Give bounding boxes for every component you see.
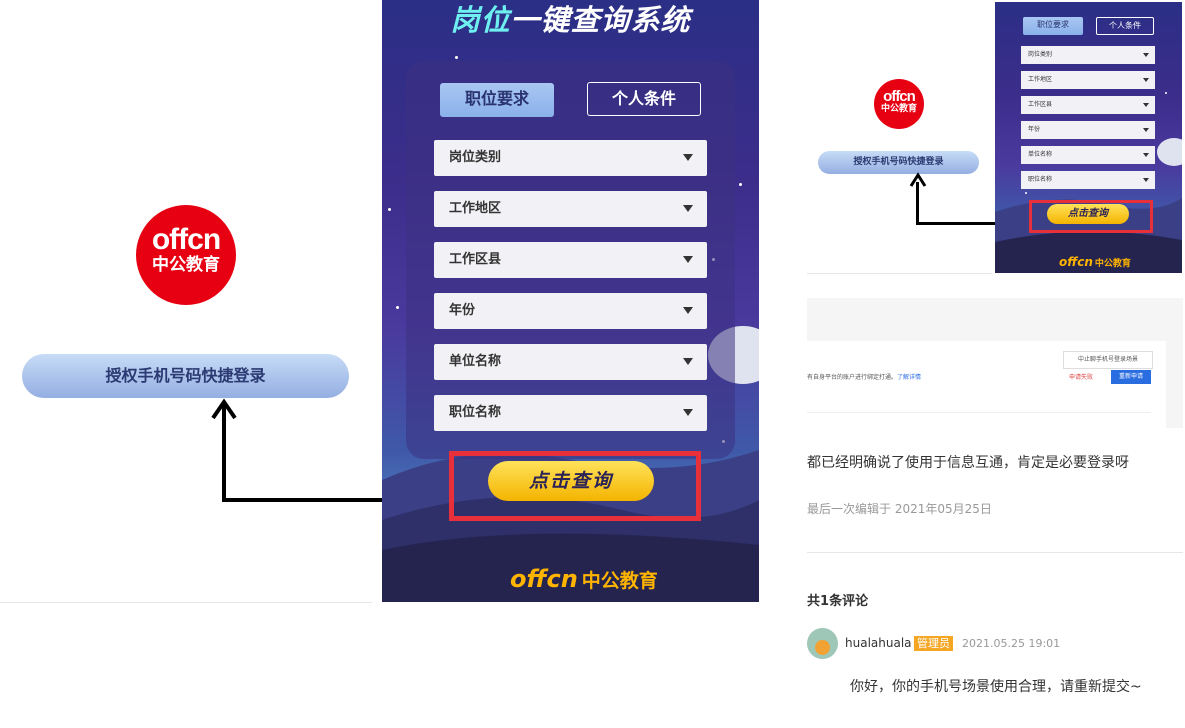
admin-badge: 管理员 xyxy=(914,636,953,651)
status-text: 申请失败 xyxy=(1069,374,1094,381)
arrow-up-icon xyxy=(909,172,927,187)
offcn-bottom-logo: offcn 中公教育 xyxy=(510,565,658,593)
dropdown-caret-icon xyxy=(683,358,693,365)
highlight-box xyxy=(449,451,701,521)
divider xyxy=(0,602,372,603)
dropdown-caret-icon xyxy=(683,256,693,263)
logo-text-en: offcn xyxy=(151,223,221,256)
offcn-bottom-logo-small: offcn 中公教育 xyxy=(1059,255,1131,269)
offcn-logo-small: offcn 中公教育 xyxy=(874,79,924,129)
comment-body-text: 你好，你的手机号场景使用合理，请重新提交~ xyxy=(850,679,1142,695)
comments-count-title: 共1条评论 xyxy=(807,594,869,609)
dropdown-caret-icon xyxy=(683,154,693,161)
tooltip: 中止聊手机号登录场景 xyxy=(1063,351,1153,369)
year-select-small[interactable]: 年份 xyxy=(1021,121,1155,139)
last-edit-info: 最后一次编辑于 2021年05月25日 xyxy=(807,502,992,516)
embedded-card: 中止聊手机号登录场景 有自身平台的账户进行绑定打通。了解详情 申请失败 重新申请 xyxy=(807,341,1166,428)
avatar[interactable] xyxy=(807,628,838,659)
post-body-text: 都已经明确说了使用于信息互通，肯定是必要登录呀 xyxy=(807,455,1129,471)
arrow-up-icon xyxy=(211,398,237,420)
highlight-box-small xyxy=(1029,200,1153,233)
tab-personal-conditions[interactable]: 个人条件 xyxy=(587,82,701,116)
comment-timestamp: 2021.05.25 19:01 xyxy=(962,637,1061,650)
embedded-row-text: 有自身平台的账户进行绑定打通。 xyxy=(807,374,898,381)
position-name-select-small[interactable]: 职位名称 xyxy=(1021,171,1155,189)
authorize-phone-login-button-small[interactable]: 授权手机号码快捷登录 xyxy=(818,151,979,174)
year-select[interactable]: 年份 xyxy=(434,293,707,329)
employer-name-select-small[interactable]: 单位名称 xyxy=(1021,146,1155,164)
learn-more-link[interactable]: 了解详情 xyxy=(897,374,921,381)
dropdown-caret-icon xyxy=(683,307,693,314)
work-district-select-small[interactable]: 工作区县 xyxy=(1021,96,1155,114)
tab-personal-conditions-small[interactable]: 个人条件 xyxy=(1096,17,1154,35)
work-region-select[interactable]: 工作地区 xyxy=(434,191,707,227)
tab-job-requirements-small[interactable]: 职位要求 xyxy=(1023,17,1083,35)
embedded-screenshot: 中止聊手机号登录场景 有自身平台的账户进行绑定打通。了解详情 申请失败 重新申请 xyxy=(807,298,1183,428)
dropdown-caret-icon xyxy=(683,205,693,212)
arrow-shaft-vertical-small xyxy=(916,182,919,225)
reapply-button[interactable]: 重新申请 xyxy=(1111,370,1151,384)
employer-name-select[interactable]: 单位名称 xyxy=(434,344,707,380)
job-category-select[interactable]: 岗位类别 xyxy=(434,140,707,176)
authorize-phone-login-button[interactable]: 授权手机号码快捷登录 xyxy=(22,354,349,398)
job-category-select-small[interactable]: 岗位类别 xyxy=(1021,46,1155,64)
comment-username[interactable]: hualahuala xyxy=(845,636,912,650)
divider xyxy=(807,273,992,274)
logo-text-cn: 中公教育 xyxy=(152,255,220,275)
offcn-logo: offcn 中公教育 xyxy=(136,205,236,305)
work-district-select[interactable]: 工作区县 xyxy=(434,242,707,278)
position-name-select[interactable]: 职位名称 xyxy=(434,395,707,431)
tab-job-requirements[interactable]: 职位要求 xyxy=(440,83,554,117)
dropdown-caret-icon xyxy=(683,409,693,416)
work-region-select-small[interactable]: 工作地区 xyxy=(1021,71,1155,89)
system-title: 岗位一键查询系统 xyxy=(450,3,691,37)
divider xyxy=(807,552,1183,553)
